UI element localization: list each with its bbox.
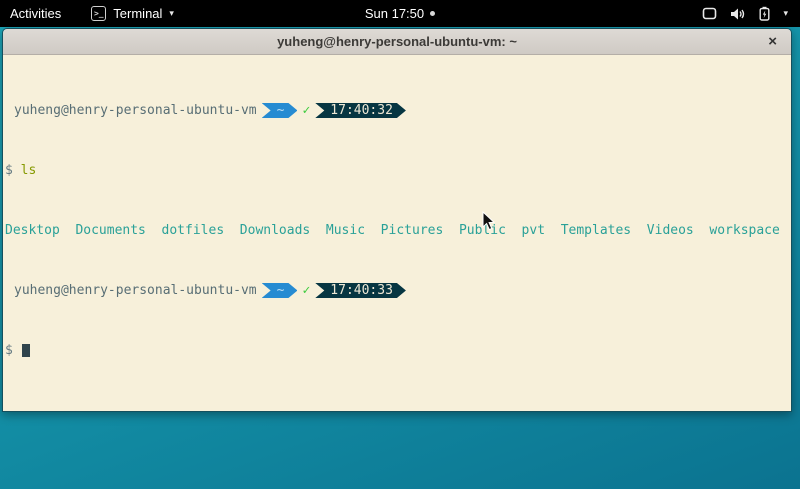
- activities-button[interactable]: Activities: [0, 0, 71, 27]
- terminal-window: yuheng@henry-personal-ubuntu-vm: ~ × yuh…: [2, 28, 792, 412]
- battery-charging-icon: [759, 6, 770, 21]
- command-line: $ ls: [5, 163, 789, 178]
- mouse-cursor: [482, 211, 496, 231]
- shell-prompt-symbol: $: [5, 343, 13, 358]
- prompt-time-segment: 17:40:33: [315, 283, 406, 298]
- terminal-content[interactable]: yuheng@henry-personal-ubuntu-vm ~ ✓ 17:4…: [3, 55, 791, 411]
- prompt-line: yuheng@henry-personal-ubuntu-vm ~ ✓ 17:4…: [5, 103, 789, 118]
- chevron-down-icon: ▾: [169, 8, 174, 19]
- clock-button[interactable]: Sun 17:50: [365, 6, 424, 21]
- terminal-app-icon: >_: [91, 6, 106, 21]
- screen-icon: [702, 7, 717, 20]
- status-check-icon: ✓: [302, 103, 310, 118]
- shell-prompt-symbol: $: [5, 163, 13, 178]
- top-bar: Activities >_ Terminal ▾ Sun 17:50 ▾: [0, 0, 800, 27]
- window-title: yuheng@henry-personal-ubuntu-vm: ~: [277, 34, 517, 49]
- app-menu-terminal[interactable]: >_ Terminal ▾: [85, 0, 180, 27]
- prompt-user-host: yuheng@henry-personal-ubuntu-vm: [5, 103, 257, 118]
- current-input-line[interactable]: $: [5, 343, 789, 358]
- notification-dot-icon: [430, 11, 435, 16]
- system-status-area[interactable]: ▾: [702, 0, 800, 27]
- prompt-cwd-segment: ~: [262, 283, 298, 298]
- chevron-down-icon: ▾: [783, 8, 788, 19]
- ls-output-line: Desktop Documents dotfiles Downloads Mus…: [5, 223, 789, 238]
- prompt-line: yuheng@henry-personal-ubuntu-vm ~ ✓ 17:4…: [5, 283, 789, 298]
- window-titlebar[interactable]: yuheng@henry-personal-ubuntu-vm: ~ ×: [3, 29, 791, 55]
- command-text: ls: [21, 163, 37, 178]
- prompt-cwd-segment: ~: [262, 103, 298, 118]
- text-cursor: [22, 344, 30, 357]
- prompt-user-host: yuheng@henry-personal-ubuntu-vm: [5, 283, 257, 298]
- prompt-time-segment: 17:40:32: [315, 103, 406, 118]
- app-menu-label: Terminal: [113, 6, 162, 21]
- status-check-icon: ✓: [302, 283, 310, 298]
- volume-icon: [730, 7, 746, 21]
- close-button[interactable]: ×: [768, 29, 777, 54]
